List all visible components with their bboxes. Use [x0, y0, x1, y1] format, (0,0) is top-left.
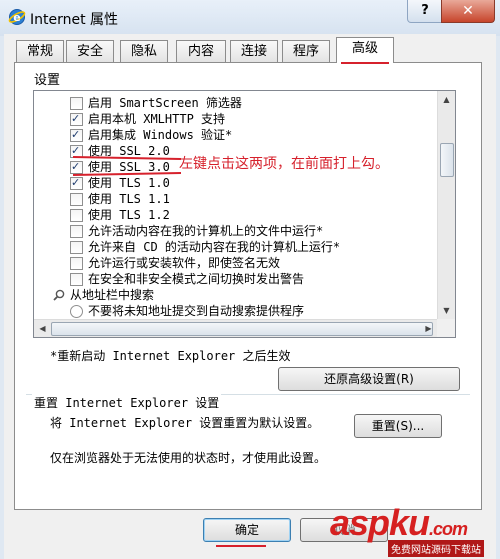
watermark-logo: aspku.com: [330, 502, 468, 544]
watermark-brand: aspku: [330, 502, 430, 543]
checkbox[interactable]: [70, 111, 83, 127]
checkbox[interactable]: [70, 241, 83, 254]
internet-explorer-icon: e: [8, 9, 26, 25]
setting-label: 允许来自 CD 的活动内容在我的计算机上运行*: [88, 240, 341, 254]
setting-label: 允许运行或安装软件，即使签名无效: [88, 256, 281, 270]
checkbox[interactable]: [70, 273, 83, 286]
scrollbar-corner: [437, 319, 455, 337]
checkbox[interactable]: [70, 97, 83, 110]
close-button[interactable]: ✕: [441, 0, 495, 23]
setting-label: 不要将未知地址提交到自动搜索提供程序: [88, 304, 305, 318]
setting-label: 启用本机 XMLHTTP 支持: [88, 112, 226, 126]
ok-button[interactable]: 确定: [203, 518, 291, 542]
reset-description: 将 Internet Explorer 设置重置为默认设置。: [50, 416, 320, 430]
checkbox[interactable]: [70, 193, 83, 206]
checkbox[interactable]: [70, 209, 83, 222]
scroll-right-arrow-icon[interactable]: ▶: [420, 320, 437, 337]
annotation-text: 左键点击这两项，在前面打上勾。: [179, 156, 389, 172]
tab-annotation-underline: [341, 62, 389, 64]
setting-label: 启用集成 Windows 验证*: [88, 128, 233, 142]
horizontal-scrollbar[interactable]: ◀ ▶: [34, 319, 437, 337]
restart-note: *重新启动 Internet Explorer 之后生效: [50, 349, 291, 363]
horizontal-scroll-thumb[interactable]: [51, 322, 433, 336]
scroll-left-arrow-icon[interactable]: ◀: [34, 320, 51, 337]
scroll-up-arrow-icon[interactable]: ▲: [438, 91, 455, 108]
settings-list-content: 启用 SmartScreen 筛选器 启用本机 XMLHTTP 支持 启用集成 …: [34, 91, 437, 319]
tab-general[interactable]: 常规: [16, 40, 64, 62]
checkbox[interactable]: [70, 257, 83, 270]
radio-button[interactable]: [70, 305, 83, 318]
reset-button[interactable]: 重置(S)...: [354, 414, 442, 438]
settings-label: 设置: [34, 73, 61, 88]
setting-label: 允许活动内容在我的计算机上的文件中运行*: [88, 224, 324, 238]
checkbox[interactable]: [70, 127, 83, 143]
tab-security[interactable]: 安全: [66, 40, 114, 62]
checkbox[interactable]: [70, 175, 83, 191]
tab-programs[interactable]: 程序: [282, 40, 330, 62]
setting-label: 使用 TLS 1.2: [88, 208, 170, 222]
restore-advanced-settings-button[interactable]: 还原高级设置(R): [278, 367, 460, 391]
svg-text:e: e: [13, 11, 20, 24]
watermark-subtitle: 免费网站源码下载站: [388, 540, 484, 557]
tab-content[interactable]: 内容: [176, 40, 226, 62]
category-label: 从地址栏中搜索: [70, 288, 155, 302]
ok-annotation-underline: [216, 545, 266, 547]
setting-label: 使用 TLS 1.0: [88, 176, 170, 190]
tab-privacy[interactable]: 隐私: [120, 40, 168, 62]
tab-connections[interactable]: 连接: [230, 40, 278, 62]
vertical-scroll-thumb[interactable]: [440, 143, 454, 177]
checkbox[interactable]: [70, 225, 83, 238]
checkbox[interactable]: [70, 159, 83, 175]
setting-label: 使用 TLS 1.1: [88, 192, 170, 206]
settings-list[interactable]: 启用 SmartScreen 筛选器 启用本机 XMLHTTP 支持 启用集成 …: [33, 90, 456, 338]
setting-label: 在安全和非安全模式之间切换时发出警告: [88, 272, 305, 286]
reset-note: 仅在浏览器处于无法使用的状态时，才使用此设置。: [50, 451, 327, 465]
watermark-suffix: .com: [429, 519, 468, 539]
title-bar[interactable]: e Internet 属性 ? ✕: [0, 0, 500, 36]
search-icon: [53, 289, 65, 301]
help-button[interactable]: ?: [407, 0, 443, 23]
window-title: Internet 属性: [30, 12, 119, 28]
vertical-scrollbar[interactable]: ▲ ▼: [437, 91, 455, 319]
setting-label: 启用 SmartScreen 筛选器: [88, 96, 242, 110]
scroll-down-arrow-icon[interactable]: ▼: [438, 302, 455, 319]
reset-group-legend: 重置 Internet Explorer 设置: [32, 394, 222, 411]
tab-advanced[interactable]: 高级: [336, 37, 394, 63]
